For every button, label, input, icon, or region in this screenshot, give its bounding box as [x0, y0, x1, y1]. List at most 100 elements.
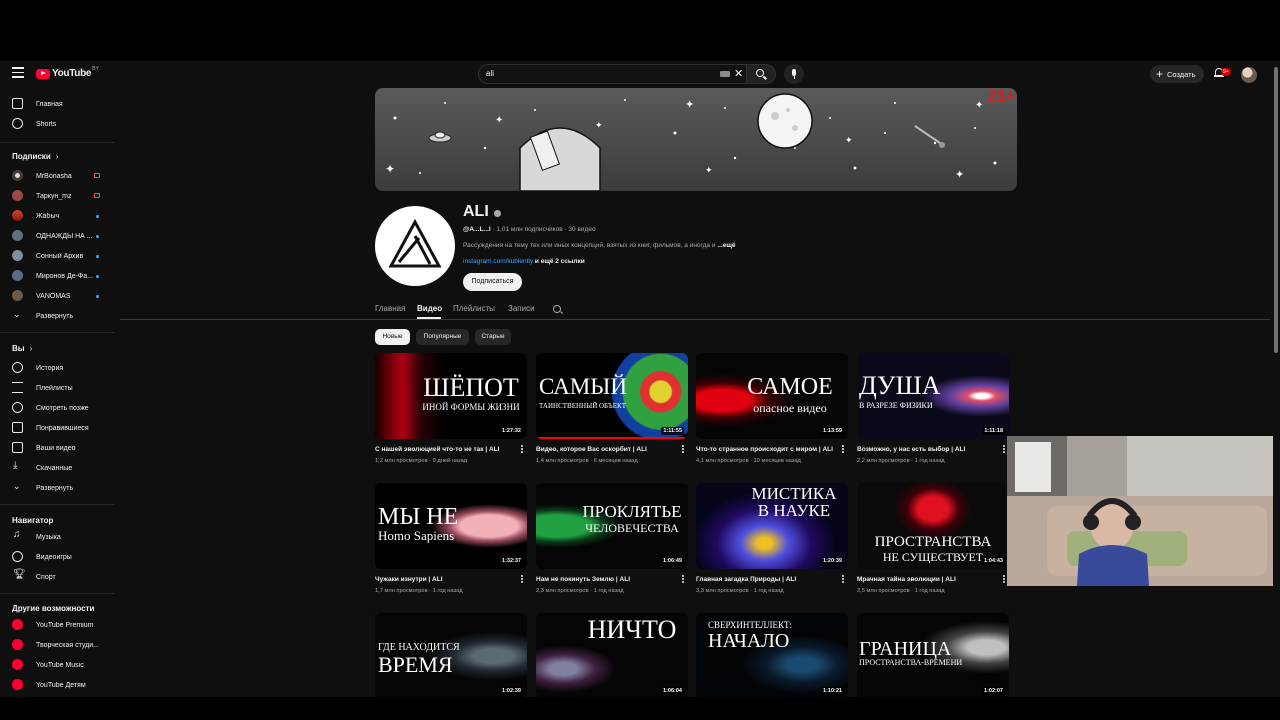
- sidebar-subscription[interactable]: Сонный Архив: [0, 247, 112, 265]
- channel-meta: @A...L...I · 1,01 млн подписчиков · 30 в…: [463, 226, 596, 233]
- hamburger-menu-icon[interactable]: [12, 67, 24, 79]
- voice-search-button[interactable]: [784, 64, 804, 84]
- more-options-icon[interactable]: [1003, 575, 1006, 584]
- sidebar-subscription[interactable]: MrBonasha: [0, 167, 112, 185]
- video-thumbnail[interactable]: ПРОКЛЯТЬЕ ЧЕЛОВЕЧЕСТВА 1:06:49: [536, 483, 688, 569]
- you-header[interactable]: Вы ›: [12, 344, 32, 353]
- verified-icon: [494, 210, 501, 217]
- video-thumbnail[interactable]: САМЫЙ ТАИНСТВЕННЫЙ ОБЪЕКТ 1:11:55: [536, 353, 688, 439]
- more-links[interactable]: и ещё 2 ссылки: [533, 258, 585, 265]
- video-title[interactable]: Мрачная тайна эволюции | ALI: [857, 576, 997, 583]
- video-thumbnail[interactable]: САМОЕ опасное видео 1:13:59: [696, 353, 848, 439]
- youtube-premium-icon: [12, 619, 23, 630]
- more-options-icon[interactable]: [842, 445, 845, 454]
- thumbnail-subtitle: ВРЕМЯ: [378, 652, 453, 677]
- sidebar-expand-subscriptions[interactable]: ⌄ Развернуть: [0, 307, 112, 325]
- more-options-icon[interactable]: [1003, 445, 1006, 454]
- tab-posts[interactable]: Записи: [508, 304, 535, 313]
- instagram-link[interactable]: instagram.com/kublently: [463, 258, 533, 265]
- video-thumbnail[interactable]: ГДЕ НАХОДИТСЯ ВРЕМЯ 1:02:39: [375, 613, 527, 697]
- video-title[interactable]: Главная загадка Природы | ALI: [696, 576, 836, 583]
- video-title[interactable]: Возможно, у нас есть выбор | ALI: [857, 446, 997, 453]
- sidebar-item-gaming[interactable]: Видеоигры: [0, 548, 112, 566]
- more-options-icon[interactable]: [682, 445, 685, 454]
- tab-playlists[interactable]: Плейлисты: [453, 304, 495, 313]
- sidebar-item-premium[interactable]: YouTube Premium: [0, 616, 112, 634]
- video-duration: 1:11:18: [982, 427, 1005, 435]
- channel-description[interactable]: Рассуждения на тему тех или иных концепц…: [463, 242, 735, 249]
- subscriptions-header[interactable]: Подписки ›: [12, 152, 58, 161]
- sidebar-item-music[interactable]: ♫ Музыка: [0, 528, 112, 546]
- video-thumbnail[interactable]: ГРАНИЦА ПРОСТРАНСТВА-ВРЕМЕНИ 1:02:07: [857, 613, 1009, 697]
- video-title[interactable]: Чужаки изнутри | ALI: [375, 576, 515, 583]
- sidebar-subscription[interactable]: Жабыч: [0, 207, 112, 225]
- sidebar-item-label: Shorts: [36, 120, 57, 128]
- search-input[interactable]: ali ✕: [478, 64, 746, 84]
- channel-avatar: [12, 290, 23, 301]
- video-title[interactable]: Что-то странное происходит с миром | ALI: [696, 446, 836, 453]
- like-icon: [12, 422, 23, 433]
- video-thumbnail[interactable]: МЫ НЕ Homo Sapiens 1:32:37: [375, 483, 527, 569]
- subscribe-button[interactable]: Подписаться: [463, 273, 522, 291]
- more-options-icon[interactable]: [521, 575, 524, 584]
- more-options-icon[interactable]: [521, 445, 524, 454]
- more-options-icon[interactable]: [842, 575, 845, 584]
- chip-popular[interactable]: Популярные: [416, 329, 469, 345]
- age-restriction-badge: 21+: [987, 88, 1015, 105]
- chip-latest[interactable]: Новые: [375, 329, 410, 345]
- scrollbar-thumb[interactable]: [1274, 67, 1278, 353]
- sidebar-subscription[interactable]: Таркун_mz: [0, 187, 112, 205]
- thumbnail-subtitle: ИНОЙ ФОРМЫ ЖИЗНИ: [422, 402, 520, 412]
- video-thumbnail[interactable]: ПРОСТРАНСТВА НЕ СУЩЕСТВУЕТ 1:04:43: [857, 483, 1009, 569]
- clear-search-icon[interactable]: ✕: [734, 67, 743, 80]
- sidebar-item-shorts[interactable]: Shorts: [0, 115, 112, 133]
- logo-text: YouTube: [52, 68, 92, 79]
- sidebar-item-sport[interactable]: 🏆︎ Спорт: [0, 568, 112, 586]
- chip-oldest[interactable]: Старые: [475, 329, 511, 345]
- sidebar-item-your-videos[interactable]: Ваши видео: [0, 439, 112, 457]
- video-title[interactable]: Видео, которое Вас оскорбит | ALI: [536, 446, 676, 453]
- microphone-icon: [792, 69, 796, 76]
- sidebar-item-history[interactable]: История: [0, 359, 112, 377]
- video-title[interactable]: Нам не покинуть Землю | ALI: [536, 576, 676, 583]
- video-duration: 1:11:55: [661, 427, 684, 435]
- account-avatar[interactable]: [1241, 67, 1257, 83]
- sidebar-item-watch-later[interactable]: Смотреть позже: [0, 399, 112, 417]
- sidebar-item-kids[interactable]: YouTube Детям: [0, 676, 112, 694]
- sidebar-subscription[interactable]: VANOMAS: [0, 287, 112, 305]
- sidebar-item-music-app[interactable]: YouTube Music: [0, 656, 112, 674]
- video-title[interactable]: С нашей эволюцией что-то не так | ALI: [375, 446, 515, 453]
- video-meta: 1,7 млн просмотров · 1 год назад: [375, 588, 463, 594]
- sidebar-item-playlists[interactable]: Плейлисты: [0, 379, 112, 397]
- video-thumbnail[interactable]: НИЧТО 1:06:04: [536, 613, 688, 697]
- channel-avatar[interactable]: [375, 206, 455, 286]
- tab-videos[interactable]: Видео: [417, 304, 442, 313]
- history-icon: [12, 362, 23, 373]
- channel-search-icon[interactable]: [553, 305, 561, 313]
- sidebar-item-home[interactable]: Главная: [0, 95, 112, 113]
- video-thumbnail[interactable]: СВЕРХИНТЕЛЛЕКТ: НАЧАЛО 1:10:21: [696, 613, 848, 697]
- gaming-icon: [12, 551, 23, 562]
- channel-avatar: [12, 190, 23, 201]
- sidebar-item-studio[interactable]: Творческая студи...: [0, 636, 112, 654]
- video-thumbnail[interactable]: ДУША В РАЗРЕЗЕ ФИЗИКИ 1:11:18: [857, 353, 1009, 439]
- video-thumbnail[interactable]: ШЁПОТ ИНОЙ ФОРМЫ ЖИЗНИ 1:27:32: [375, 353, 527, 439]
- sidebar-item-liked[interactable]: Понравившиеся: [0, 419, 112, 437]
- description-more-link[interactable]: ...ещё: [717, 242, 735, 249]
- thumbnail-title: ШЁПОТ: [423, 373, 519, 402]
- video-thumbnail[interactable]: МИСТИКА В НАУКЕ 1:20:39: [696, 483, 848, 569]
- channel-logo-icon: [388, 218, 442, 268]
- video-duration: 1:02:39: [500, 687, 523, 695]
- create-button[interactable]: + Создать: [1150, 65, 1204, 83]
- search-button[interactable]: [746, 64, 776, 84]
- youtube-logo[interactable]: YouTube BY: [36, 66, 99, 79]
- tab-home[interactable]: Главная: [375, 304, 405, 313]
- channel-name: ALI: [463, 203, 489, 220]
- sidebar-expand-you[interactable]: ⌄ Развернуть: [0, 479, 112, 497]
- sidebar-subscription[interactable]: Миронов Де-Фа...: [0, 267, 112, 285]
- keyboard-icon[interactable]: [720, 71, 730, 77]
- more-options-icon[interactable]: [682, 575, 685, 584]
- sidebar-subscription[interactable]: ОДНАЖДЫ НА ...: [0, 227, 112, 245]
- sidebar-item-downloads[interactable]: ⤓ Скачанные: [0, 459, 112, 477]
- sidebar-item-label: Главная: [36, 100, 63, 108]
